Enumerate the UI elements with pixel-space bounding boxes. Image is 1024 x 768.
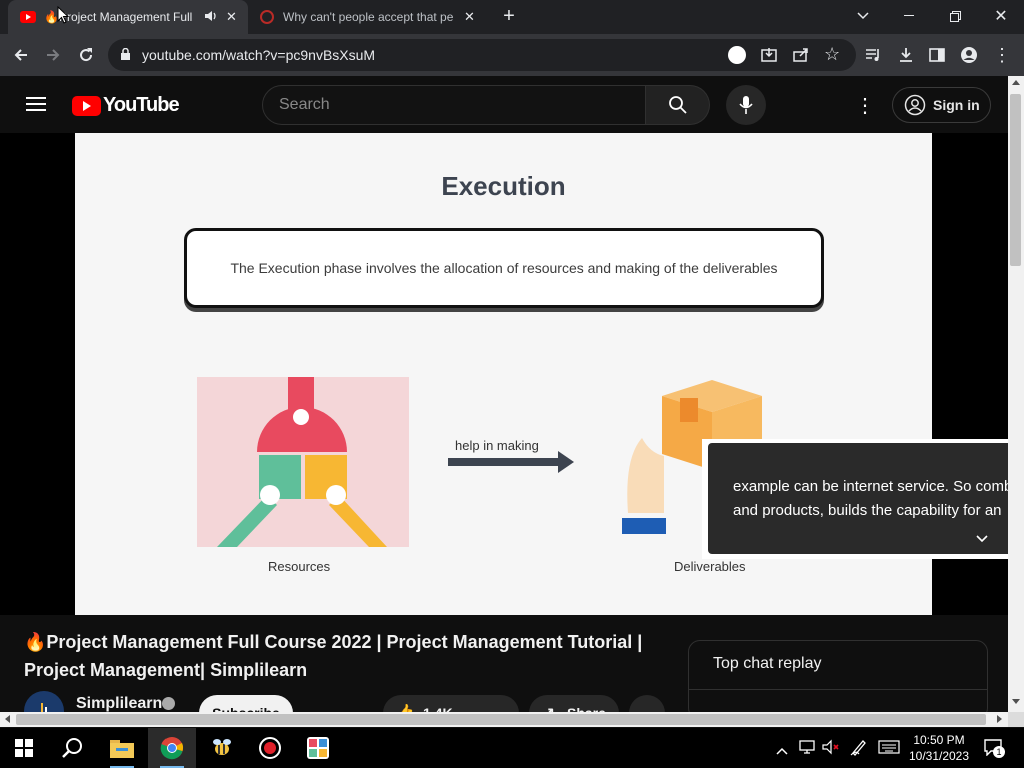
reload-icon[interactable]	[73, 42, 99, 68]
chrome-menu-icon[interactable]: ⋮	[989, 42, 1015, 68]
colorful-app-icon[interactable]	[294, 728, 342, 768]
record-app-icon[interactable]	[246, 728, 294, 768]
volume-muted-icon[interactable]	[822, 739, 840, 760]
forward-icon[interactable]	[40, 42, 66, 68]
video-info: 🔥Project Management Full Course 2022 | P…	[0, 615, 1008, 713]
caption-line-1: example can be internet service. So comb	[733, 478, 1008, 495]
horizontal-scrollbar[interactable]	[0, 712, 1008, 727]
clock-time: 10:50 PM	[913, 733, 965, 747]
horizontal-scroll-thumb[interactable]	[16, 714, 986, 725]
voice-search-button[interactable]	[726, 85, 766, 125]
address-bar[interactable]: youtube.com/watch?v=pc9nvBsXsuM ☆	[108, 39, 856, 71]
bee-app-icon[interactable]	[198, 728, 246, 768]
scroll-down-icon[interactable]	[1012, 699, 1020, 704]
search-icon[interactable]	[48, 728, 96, 768]
youtube-favicon-icon	[20, 11, 36, 23]
notification-center-icon[interactable]: 1	[983, 738, 1005, 758]
scroll-up-icon[interactable]	[1012, 80, 1020, 85]
google-lens-icon[interactable]	[728, 46, 746, 64]
browser-toolbar: youtube.com/watch?v=pc9nvBsXsuM ☆ ⋮	[0, 34, 1024, 76]
search-placeholder: Search	[279, 96, 330, 113]
account-icon	[904, 94, 926, 116]
file-explorer-icon[interactable]	[98, 728, 146, 768]
pen-icon[interactable]	[850, 738, 868, 761]
notification-badge: 1	[993, 746, 1005, 758]
sign-in-label: Sign in	[933, 97, 980, 113]
windows-taskbar: 10:50 PM 10/31/2023 1	[0, 728, 1024, 768]
side-panel-icon[interactable]	[924, 42, 950, 68]
chevron-down-icon[interactable]	[976, 527, 988, 551]
settings-menu-icon[interactable]: ⋮	[855, 93, 875, 118]
video-title: 🔥Project Management Full Course 2022 | P…	[24, 632, 643, 680]
more-actions-button[interactable]	[629, 695, 665, 713]
tab-project-management[interactable]: 🔥Project Management Full ✕	[8, 0, 248, 34]
show-hidden-icons-icon[interactable]	[776, 742, 788, 760]
sign-in-button[interactable]: Sign in	[892, 87, 991, 123]
hamburger-menu-icon[interactable]	[26, 96, 46, 117]
restore-button[interactable]	[932, 0, 978, 32]
video-player[interactable]: Execution The Execution phase involves t…	[0, 133, 1008, 615]
keyboard-icon[interactable]	[878, 740, 900, 759]
resources-illustration	[197, 377, 409, 547]
scroll-left-icon[interactable]	[5, 715, 10, 723]
chrome-icon[interactable]	[148, 728, 196, 768]
search-icon	[668, 96, 687, 114]
like-button[interactable]: 👍 1.4K	[383, 695, 519, 713]
tab-audio-icon[interactable]	[204, 9, 218, 26]
chat-replay-panel: Top chat replay	[688, 640, 988, 713]
chat-title[interactable]: Top chat replay	[713, 655, 822, 673]
youtube-play-icon	[72, 95, 101, 116]
bookmark-star-icon[interactable]: ☆	[824, 44, 840, 65]
downloads-icon[interactable]	[893, 42, 919, 68]
resources-label: Resources	[268, 559, 331, 574]
clock-date: 10/31/2023	[908, 749, 970, 763]
url-text[interactable]: youtube.com/watch?v=pc9nvBsXsuM	[142, 47, 375, 63]
youtube-logo-text: YouTube	[103, 94, 180, 116]
close-window-button[interactable]: ✕	[978, 0, 1024, 32]
slide-description-box: The Execution phase involves the allocat…	[184, 228, 824, 308]
slide-title: Execution	[441, 171, 566, 201]
caption-panel[interactable]: example can be internet service. So comb…	[702, 439, 1008, 559]
microphone-icon	[739, 96, 753, 114]
subscribe-button[interactable]: Subscribe	[199, 695, 293, 713]
profile-icon[interactable]	[956, 42, 982, 68]
lock-icon[interactable]	[120, 47, 131, 66]
vertical-scroll-thumb[interactable]	[1010, 94, 1021, 266]
right-arrow-icon	[448, 451, 574, 478]
vertical-scrollbar[interactable]	[1008, 76, 1024, 712]
tab-search-icon[interactable]	[840, 0, 886, 32]
caption-box: example can be internet service. So comb…	[708, 443, 1008, 554]
verified-icon	[162, 697, 175, 710]
tab-close-icon[interactable]: ✕	[464, 9, 475, 25]
tab-title: Why can't people accept that pe	[283, 10, 454, 24]
mouse-cursor-icon	[57, 5, 70, 29]
share-icon[interactable]	[792, 46, 810, 69]
tab-why-cant-people[interactable]: Why can't people accept that pe ✕	[252, 0, 488, 34]
channel-name[interactable]: Simplilearn	[76, 695, 162, 713]
search-button[interactable]	[646, 85, 710, 125]
windows-start-icon[interactable]	[0, 728, 48, 768]
browser-tabstrip: 🔥Project Management Full ✕ Why can't peo…	[0, 0, 1024, 34]
scrollbar-corner	[1008, 712, 1024, 727]
new-tab-button[interactable]: +	[486, 0, 532, 32]
back-icon[interactable]	[8, 42, 34, 68]
tab-close-icon[interactable]: ✕	[226, 9, 237, 25]
channel-avatar[interactable]	[24, 691, 64, 713]
chat-divider	[689, 689, 987, 690]
slide-description: The Execution phase involves the allocat…	[230, 260, 778, 276]
minimize-button[interactable]	[886, 0, 932, 32]
system-clock[interactable]: 10:50 PM 10/31/2023	[905, 732, 973, 764]
install-app-icon[interactable]	[760, 46, 778, 69]
search-input[interactable]: Search	[262, 85, 646, 125]
youtube-logo[interactable]: YouTube	[72, 94, 180, 117]
quora-favicon-icon	[260, 10, 274, 24]
caption-line-2: and products, builds the capability for …	[733, 502, 1002, 519]
deliverables-label: Deliverables	[674, 559, 746, 574]
share-button[interactable]: ↗ Share	[529, 695, 619, 713]
scroll-right-icon[interactable]	[997, 715, 1002, 723]
network-icon[interactable]	[799, 739, 817, 760]
youtube-header: YouTube Search ⋮ Sign in	[0, 76, 1008, 133]
media-control-icon[interactable]	[860, 42, 886, 68]
